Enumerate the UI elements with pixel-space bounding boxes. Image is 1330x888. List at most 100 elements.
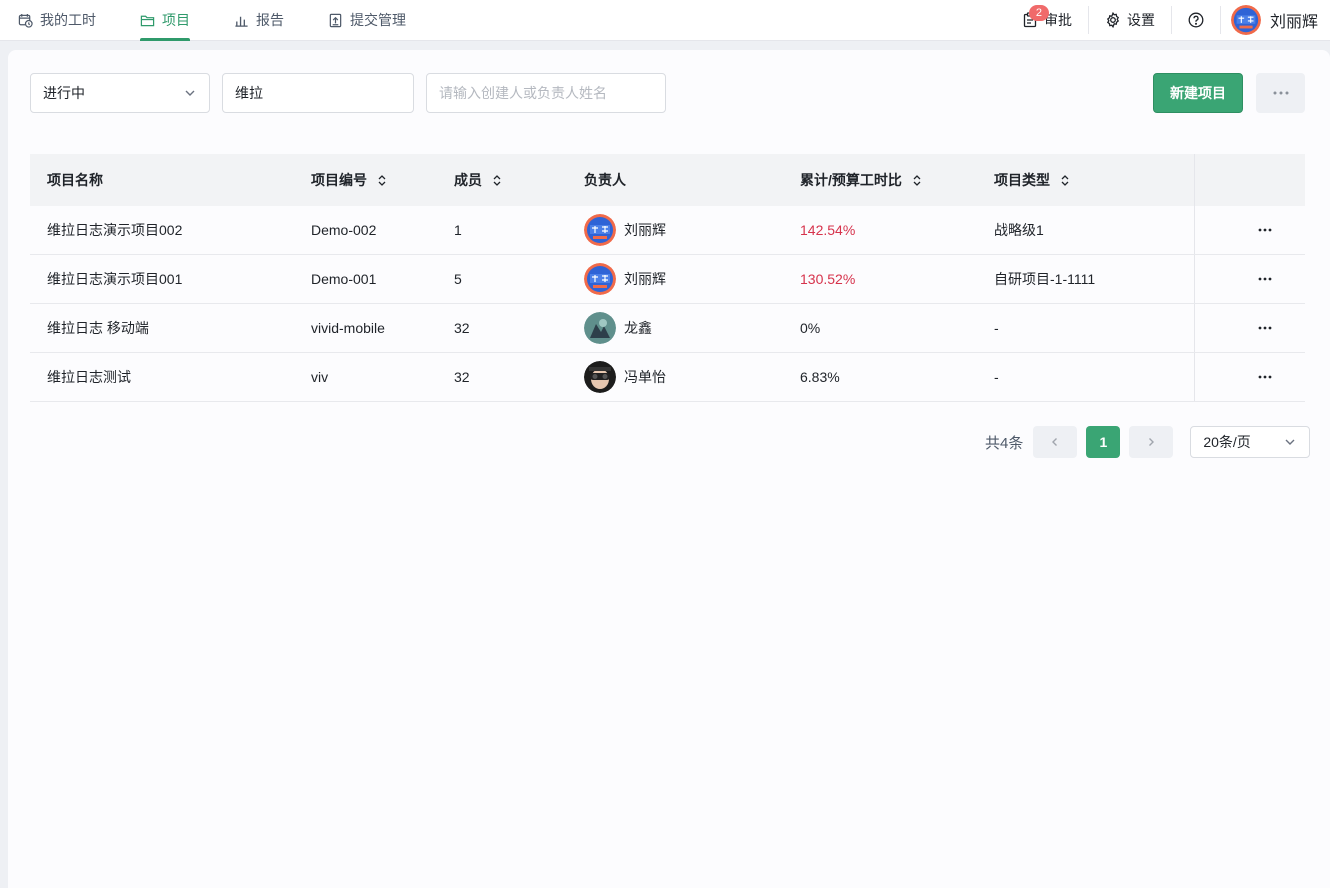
nav-item-label: 报告 [256,12,284,28]
nav-item-submission-management[interactable]: 提交管理 [328,0,406,41]
ellipsis-icon [1258,228,1272,232]
header-actions [1194,154,1305,206]
sort-icon [378,174,386,186]
cell-project-code: Demo-001 [311,271,377,287]
user-name: 刘丽辉 [1269,14,1318,31]
nav-item-projects[interactable]: 项目 [140,0,190,41]
chevron-down-icon [1285,439,1295,445]
avatar [1230,5,1261,35]
cell-project-type: - [994,369,999,385]
table-row[interactable]: 维拉日志测试 viv 32 冯单怡 6.83% - [30,353,1305,402]
header-name: 项目名称 [47,172,103,188]
clock-calendar-icon [18,13,33,28]
cell-project-name[interactable]: 维拉日志 移动端 [30,318,311,338]
more-actions-button[interactable] [1256,73,1305,113]
nav-item-reports[interactable]: 报告 [234,0,284,41]
cell-hours-ratio: 142.54% [800,222,856,238]
ellipsis-icon [1273,91,1288,95]
chevron-right-icon [1149,438,1155,446]
header-members-label: 成员 [454,172,482,188]
cell-project-code: Demo-002 [311,222,377,238]
owner-name: 刘丽辉 [624,271,666,287]
cell-hours-ratio: 130.52% [800,271,856,287]
ellipsis-icon [1258,326,1272,330]
cell-actions [1194,206,1305,254]
cell-project-name[interactable]: 维拉日志演示项目001 [30,269,311,289]
total-count: 共4条 [985,434,1024,452]
status-select-value: 进行中 [43,85,85,101]
header-type[interactable]: 项目类型 [994,170,1194,190]
filter-bar: 进行中 [30,73,666,113]
nav-item-my-hours[interactable]: 我的工时 [18,0,96,41]
new-project-button[interactable]: 新建项目 [1153,73,1243,113]
cell-project-name[interactable]: 维拉日志测试 [30,367,311,387]
chevron-down-icon [185,90,195,96]
owner-name: 刘丽辉 [624,222,666,238]
project-name-input[interactable] [222,73,414,113]
table-body: 维拉日志演示项目002 Demo-002 1 刘丽辉 142.54% 战略级1 … [30,206,1305,402]
header-type-label: 项目类型 [994,172,1050,188]
sort-icon [493,174,501,186]
cell-project-code: vivid-mobile [311,320,385,336]
cell-actions [1194,255,1305,303]
table-row[interactable]: 维拉日志演示项目001 Demo-001 5 刘丽辉 130.52% 自研项目-… [30,255,1305,304]
avatar [584,214,616,246]
upload-doc-icon [329,13,342,27]
header-ratio[interactable]: 累计/预算工时比 [800,170,994,190]
cell-owner: 刘丽辉 [584,214,800,246]
avatar [584,312,616,344]
cell-members: 32 [454,320,470,336]
row-more-button[interactable] [1258,375,1272,379]
cell-project-name[interactable]: 维拉日志演示项目002 [30,220,311,240]
gear-icon [1106,12,1120,28]
bar-chart-icon [235,16,248,27]
table-header: 项目名称 项目编号 成员 负责人 累计/预算工时比 项目类型 [30,154,1305,206]
status-select[interactable]: 进行中 [30,73,210,113]
nav-item-label: 项目 [162,12,190,28]
person-search-input[interactable] [426,73,666,113]
cell-members: 32 [454,369,470,385]
header-owner: 负责人 [584,172,626,188]
help-icon [1188,12,1204,28]
top-right-toolbar: 2 审批 设置 刘丽辉 [1006,0,1330,41]
main-panel: 进行中 新建项目 项目名称 项目编号 成员 负责人 累计/预算工时比 [8,50,1330,888]
cell-hours-ratio: 6.83% [800,369,840,385]
header-code[interactable]: 项目编号 [311,170,454,190]
cell-project-type: 战略级1 [994,222,1044,238]
header-code-label: 项目编号 [311,172,367,188]
row-more-button[interactable] [1258,326,1272,330]
ellipsis-icon [1258,277,1272,281]
header-members[interactable]: 成员 [454,170,584,190]
approval-button[interactable]: 2 审批 [1006,0,1088,41]
help-button[interactable] [1172,0,1220,41]
projects-table: 项目名称 项目编号 成员 负责人 累计/预算工时比 项目类型 维拉日志演示项目0 [30,154,1305,402]
next-page-button[interactable] [1129,426,1174,458]
cell-project-code: viv [311,369,329,385]
settings-label: 设置 [1126,12,1155,28]
row-more-button[interactable] [1258,228,1272,232]
owner-name: 龙鑫 [624,320,652,336]
cell-members: 5 [454,271,462,287]
ellipsis-icon [1258,375,1272,379]
cell-actions [1194,304,1305,352]
nav-item-label: 我的工时 [40,12,96,28]
cell-actions [1194,353,1305,401]
prev-page-button[interactable] [1033,426,1078,458]
row-more-button[interactable] [1258,277,1272,281]
cell-owner: 龙鑫 [584,312,800,344]
page-size-select[interactable]: 20条/页 [1190,426,1311,458]
table-row[interactable]: 维拉日志演示项目002 Demo-002 1 刘丽辉 142.54% 战略级1 [30,206,1305,255]
cell-hours-ratio: 0% [800,320,821,336]
cell-members: 1 [454,222,462,238]
page-size-value: 20条/页 [1203,434,1251,450]
cell-project-type: - [994,320,999,336]
table-row[interactable]: 维拉日志 移动端 vivid-mobile 32 龙鑫 0% - [30,304,1305,353]
nav-item-label: 提交管理 [350,12,406,28]
pagination: 共4条 1 20条/页 [985,426,1311,458]
page-number-current[interactable]: 1 [1086,426,1121,458]
folder-icon [140,15,155,26]
user-menu[interactable]: 刘丽辉 [1221,5,1330,35]
avatar [584,263,616,295]
owner-name: 冯单怡 [624,369,666,385]
settings-button[interactable]: 设置 [1089,0,1171,41]
